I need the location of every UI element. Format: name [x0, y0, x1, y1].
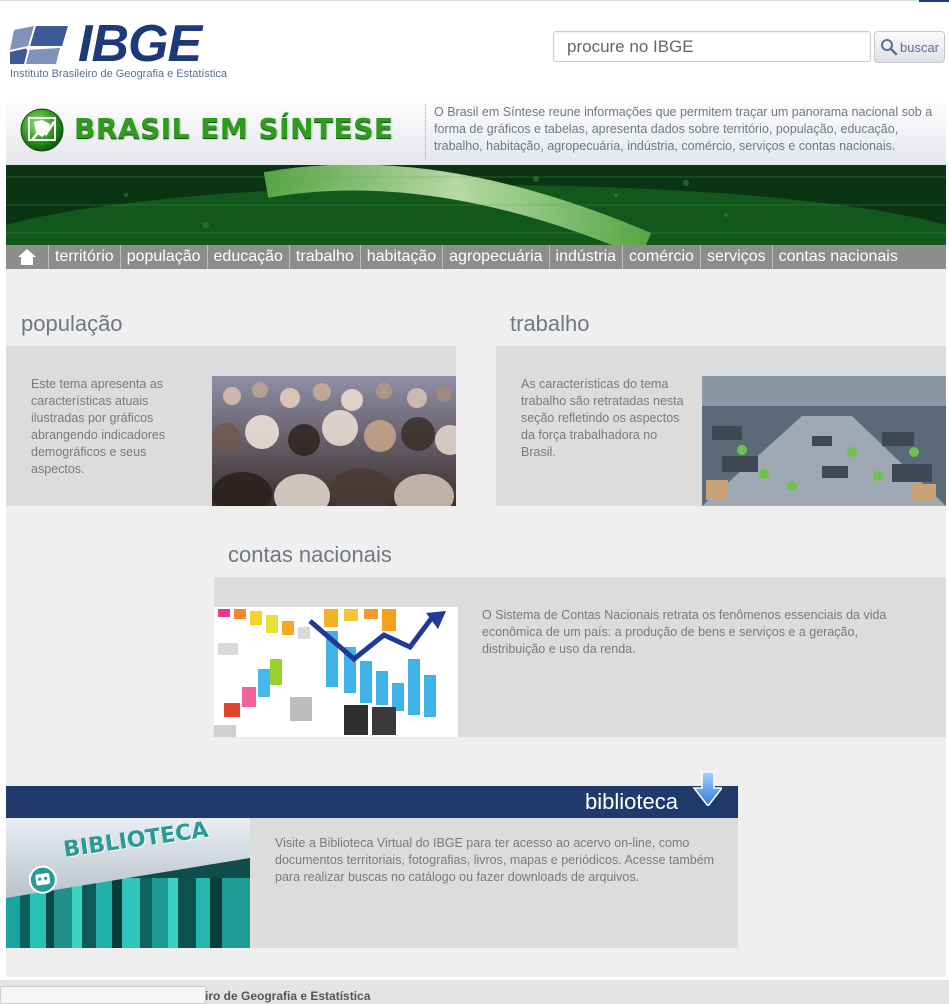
- brazil-map-icon: [20, 108, 64, 152]
- nav-item-habitacao[interactable]: habitação: [361, 245, 444, 269]
- biblioteca-header[interactable]: biblioteca: [6, 772, 738, 818]
- footer-text: iro de Geografia e Estatística: [205, 989, 371, 1003]
- ibge-logo-icon: [10, 26, 68, 64]
- nav-item-comercio[interactable]: comércio: [623, 245, 701, 269]
- factory-image[interactable]: [702, 376, 946, 506]
- bars-illustration: [214, 607, 458, 737]
- nav-item-contas-nacionais[interactable]: contas nacionais: [773, 245, 904, 269]
- biblioteca-heading: biblioteca: [585, 789, 678, 814]
- card-contas-nacionais[interactable]: O Sistema de Contas Nacionais retrata os…: [214, 577, 946, 737]
- home-button[interactable]: [6, 245, 49, 269]
- search-button-label: buscar: [899, 39, 940, 55]
- top-rule: [0, 0, 949, 2]
- ibge-subtitle: Instituto Brasileiro de Geografia e Esta…: [10, 68, 228, 80]
- nav-item-servicos[interactable]: serviços: [701, 245, 773, 269]
- nav-item-agropecuaria[interactable]: agropecuária: [443, 245, 550, 269]
- footer: iro de Geografia e Estatística: [0, 980, 949, 1004]
- biblioteca-card[interactable]: BIBLIOTECA Visite a Biblioteca Virtual d…: [6, 818, 738, 948]
- banner-description: O Brasil em Síntese reune informações qu…: [434, 105, 933, 153]
- card-populacao[interactable]: Este tema apresenta as características a…: [6, 346, 456, 506]
- biblioteca-image[interactable]: BIBLIOTECA: [6, 818, 250, 948]
- crowd-image[interactable]: [212, 376, 456, 506]
- flag-banner-image: [6, 165, 946, 245]
- home-icon: [18, 249, 36, 265]
- banner-title: BRASIL EM SÍNTESE: [74, 112, 394, 145]
- main-nav: território população educação trabalho h…: [6, 245, 946, 269]
- ibge-logo[interactable]: IBGE Instituto Brasileiro de Geografia e…: [10, 16, 250, 84]
- nav-item-populacao[interactable]: população: [121, 245, 208, 269]
- down-arrow-icon: [692, 772, 722, 806]
- nav-item-educacao[interactable]: educação: [208, 245, 290, 269]
- banner-divider: [425, 104, 427, 159]
- search-icon: [880, 39, 898, 56]
- flag-banner-graphic: [6, 165, 946, 245]
- ibge-brand-text: IBGE: [78, 15, 202, 73]
- nav-item-industria[interactable]: indústria: [550, 245, 624, 269]
- card-contas-nacionais-text: O Sistema de Contas Nacionais retrata os…: [482, 608, 887, 656]
- nav-item-territorio[interactable]: território: [49, 245, 121, 269]
- card-trabalho[interactable]: As características do tema trabalho são …: [496, 346, 946, 506]
- search-box: [553, 31, 871, 62]
- card-populacao-text: Este tema apresenta as características a…: [31, 377, 166, 476]
- section-title-trabalho[interactable]: trabalho: [510, 311, 590, 337]
- top-rule-accent: [919, 0, 949, 2]
- section-title-contas-nacionais[interactable]: contas nacionais: [228, 542, 392, 568]
- footer-overlay-box: [0, 986, 206, 1004]
- card-trabalho-text: As características do tema trabalho são …: [521, 377, 684, 459]
- search-button[interactable]: buscar: [874, 31, 945, 63]
- biblioteca-text: Visite a Biblioteca Virtual do IBGE para…: [275, 836, 715, 884]
- nav-item-trabalho[interactable]: trabalho: [290, 245, 361, 269]
- factory-photo: [702, 376, 946, 506]
- section-title-populacao[interactable]: população: [21, 311, 123, 337]
- brasil-em-sintese-banner: BRASIL EM SÍNTESE O Brasil em Síntese re…: [6, 95, 946, 165]
- chart-bars-image[interactable]: [214, 607, 458, 737]
- search-input[interactable]: [565, 32, 869, 62]
- crowd-photo: [212, 376, 456, 506]
